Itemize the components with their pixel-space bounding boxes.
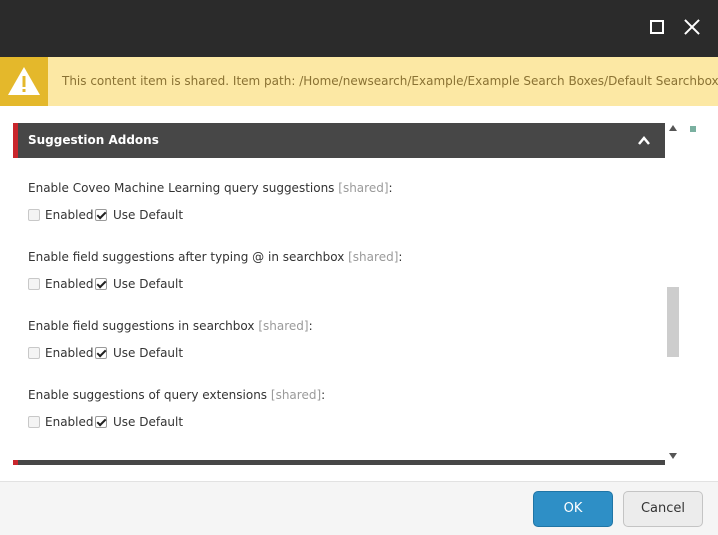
use-default-label: Use Default [113, 208, 184, 222]
use-default-checkbox[interactable] [95, 416, 107, 428]
vertical-scrollbar[interactable] [665, 123, 681, 463]
field-label: Enable field suggestions in searchbox [s… [28, 319, 628, 333]
use-default-label: Use Default [113, 346, 184, 360]
enabled-checkbox[interactable] [28, 209, 40, 221]
maximize-icon[interactable] [644, 14, 670, 40]
dialog-footer: OK Cancel [0, 481, 718, 535]
dialog-titlebar [0, 0, 718, 57]
use-default-label: Use Default [113, 415, 184, 429]
shared-tag: [shared] [258, 319, 309, 333]
warning-text: This content item is shared. Item path: … [62, 74, 718, 88]
field-at-suggestions: Enable field suggestions after typing @ … [28, 250, 628, 291]
field-label-suffix: : [388, 181, 393, 195]
side-indicator [690, 126, 696, 132]
enabled-checkbox[interactable] [28, 416, 40, 428]
enabled-checkbox[interactable] [28, 347, 40, 359]
section-title: Suggestion Addons [28, 133, 159, 147]
dialog-content: Suggestion Addons Enable Coveo Machine L… [0, 106, 718, 481]
enabled-label: Enabled [45, 277, 94, 291]
field-label: Enable Coveo Machine Learning query sugg… [28, 181, 628, 195]
field-label-text: Enable suggestions of query extensions [28, 388, 268, 402]
close-icon[interactable] [679, 14, 705, 40]
scroll-thumb[interactable] [667, 287, 679, 357]
enabled-label: Enabled [45, 208, 94, 222]
field-label-suffix: : [321, 388, 326, 402]
use-default-checkbox[interactable] [95, 347, 107, 359]
field-label-suffix: : [308, 319, 313, 333]
scroll-up-icon[interactable] [669, 125, 677, 131]
warning-icon [8, 67, 40, 95]
chevron-up-icon[interactable] [637, 134, 651, 148]
field-label-text: Enable field suggestions after typing @ … [28, 250, 345, 264]
field-label-text: Enable Coveo Machine Learning query sugg… [28, 181, 335, 195]
shared-item-warning: This content item is shared. Item path: … [0, 57, 718, 106]
maximize-icon-frame [650, 20, 664, 34]
field-searchbox-suggestions: Enable field suggestions in searchbox [s… [28, 319, 628, 360]
next-section-header[interactable] [13, 460, 665, 465]
use-default-checkbox[interactable] [95, 209, 107, 221]
field-ml-query-suggestions: Enable Coveo Machine Learning query sugg… [28, 181, 628, 222]
cancel-button[interactable]: Cancel [623, 491, 703, 527]
field-label: Enable suggestions of query extensions [… [28, 388, 628, 402]
enabled-checkbox[interactable] [28, 278, 40, 290]
section-header[interactable]: Suggestion Addons [13, 123, 665, 158]
field-label-suffix: : [398, 250, 403, 264]
warning-icon-box [0, 57, 48, 106]
use-default-checkbox[interactable] [95, 278, 107, 290]
ok-button[interactable]: OK [533, 491, 613, 527]
enabled-label: Enabled [45, 346, 94, 360]
field-label-text: Enable field suggestions in searchbox [28, 319, 255, 333]
shared-tag: [shared] [348, 250, 399, 264]
scroll-down-icon[interactable] [669, 453, 677, 459]
use-default-label: Use Default [113, 277, 184, 291]
field-query-extensions: Enable suggestions of query extensions [… [28, 388, 628, 429]
shared-tag: [shared] [338, 181, 389, 195]
field-label: Enable field suggestions after typing @ … [28, 250, 628, 264]
shared-tag: [shared] [270, 388, 322, 402]
enabled-label: Enabled [45, 415, 94, 429]
